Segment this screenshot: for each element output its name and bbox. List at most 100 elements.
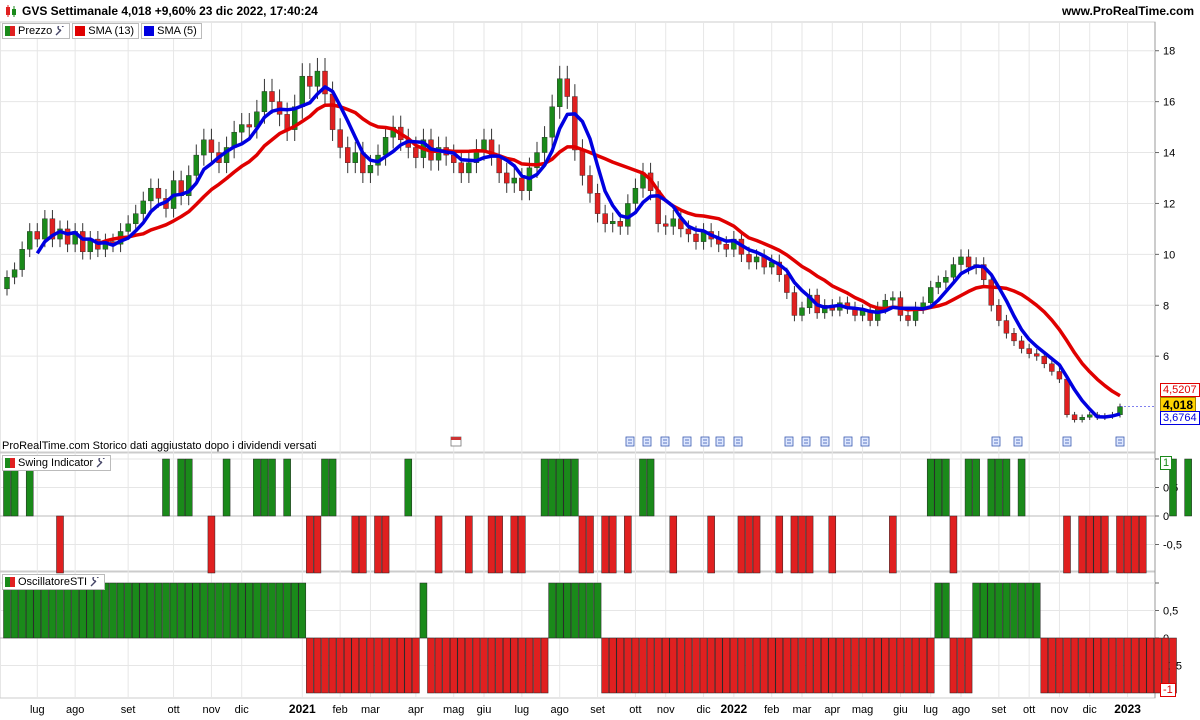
x-tick-label: nov [1051,704,1069,716]
oscillator-bar [669,637,678,694]
oscillator-sti-label[interactable]: OscillatoreSTI [2,574,106,590]
oscillator-bar [184,582,193,639]
oscillator-bar [1131,637,1139,694]
oscillator-bar [752,637,761,694]
price-swatch-icon [5,26,15,36]
swing-bar [1123,515,1132,574]
x-tick-label: ago [952,704,970,716]
oscillator-bar [10,582,19,639]
swing-bar [624,515,632,574]
x-tick-label: nov [657,704,675,716]
candle-body [958,256,964,265]
x-tick-label: lug [515,704,530,716]
oscillator-bar [805,637,814,694]
candle-body [1079,417,1085,421]
candle-body [663,223,669,227]
x-tick-label: 2022 [721,702,748,716]
candle-body [950,264,957,278]
swing-bar [1131,515,1139,574]
x-tick-label: lug [30,704,45,716]
oscillator-bar [692,637,700,694]
oscillator-bar [1116,637,1124,694]
swing-bar [381,515,390,574]
swing-bar [926,458,935,517]
swing-bar [306,515,314,574]
swing-bar [608,515,617,574]
swing-bar [828,515,837,574]
oscillator-bar [25,582,34,639]
oscillator-bar [1048,637,1056,694]
wrench-icon[interactable] [90,577,100,587]
oscillator-bar [540,637,549,694]
wrench-icon[interactable] [96,458,106,468]
oscillator-bar [836,637,844,694]
oscillator-bar [745,637,753,694]
oscillator-bar [465,637,473,694]
swing-bar [964,458,973,517]
wrench-icon[interactable] [55,26,65,36]
candle-body [352,152,358,163]
x-tick-label: dic [235,704,250,716]
x-tick-label: apr [408,704,424,716]
legend-item-sma13[interactable]: SMA (13) [72,23,140,39]
oscillator-bar [1108,637,1117,694]
oscillator-bar [56,582,64,639]
oscillator-bar [934,582,943,639]
sma13-value-tag: 4,5207 [1160,383,1200,397]
oscillator-bar [18,582,26,639]
swing-bar [889,515,897,574]
oscillator-bar [71,582,79,639]
oscillator-bar [790,637,799,694]
oscillator-bar [964,637,973,694]
candle-body [140,200,146,214]
swing-bar [752,515,761,574]
candle-body [246,124,252,128]
oscillator-bar [237,582,246,639]
swing-bar [1017,458,1026,517]
candle-body [155,187,162,199]
candle-body [64,228,71,245]
oscillator-bar [881,637,890,694]
swing-swatch-icon [5,458,15,468]
candle-body [382,137,389,156]
candle-body [784,274,790,293]
y-tick-label: 10 [1163,249,1175,261]
swing-bar [1138,515,1147,574]
legend-item-sma5[interactable]: SMA (5) [141,23,202,39]
oscillator-bar [427,637,435,694]
oscillator-bar [268,582,276,639]
candle-body [11,269,18,278]
oscillator-bar [283,582,291,639]
oscillator-bar [518,637,526,694]
swing-indicator-label[interactable]: Swing Indicator [2,455,112,471]
oscillator-bar [396,637,405,694]
event-marker-icon [733,436,743,447]
swing-bar [283,458,291,517]
oscillator-bar [260,582,269,639]
swing-bar [934,458,943,517]
candle-body [610,221,616,225]
x-tick-label: mar [361,704,380,716]
swing-bar [495,515,503,574]
candle-body [988,279,994,306]
oscillator-bar [495,637,503,694]
y-tick-label: -0,5 [1163,540,1182,552]
candle-body [314,70,321,87]
x-tick-label: ago [551,704,569,716]
x-tick-label: mag [852,704,873,716]
candle-body [4,277,10,290]
oscillator-bar [631,637,640,694]
oscillator-bar [359,637,367,694]
candle-body [753,256,760,263]
candle-body [594,193,601,214]
oscillator-bar [677,637,685,694]
swing-bar [518,515,526,574]
sma5-value-tag: 3,6764 [1160,411,1200,425]
oscillator-bar [1040,637,1049,694]
y-tick-label: 8 [1163,300,1169,312]
swing-bar [56,515,64,574]
candle-body [261,91,268,113]
oscillator-bar [1010,582,1018,639]
oscillator-bar [1070,637,1079,694]
legend-item-prezzo[interactable]: Prezzo [2,23,71,39]
